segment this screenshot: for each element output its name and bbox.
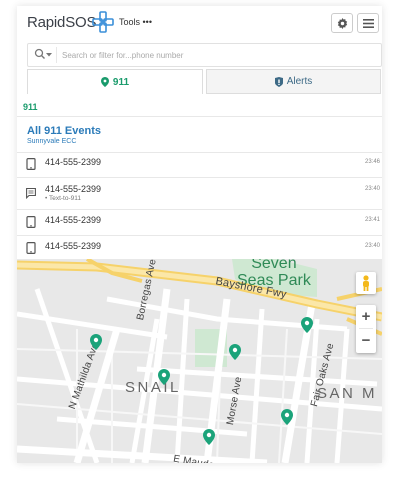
street-view-button[interactable] (356, 272, 376, 294)
search-filter-dropdown[interactable] (34, 48, 54, 62)
chat-icon (26, 187, 36, 199)
hamburger-icon (362, 18, 374, 28)
tab-alerts[interactable]: Alerts (206, 69, 381, 94)
divider (17, 177, 382, 178)
call-time: 23:46 (364, 159, 380, 165)
area-label: SAN M (317, 385, 378, 402)
shield-icon (274, 76, 283, 87)
settings-button[interactable] (331, 13, 353, 33)
call-time: 23:40 (364, 186, 380, 192)
gear-icon (337, 17, 347, 29)
events-subtitle: Sunnyvale ECC (27, 138, 77, 145)
map-pin-icon (100, 77, 109, 87)
map-pin-icon[interactable] (158, 369, 170, 385)
pegman-icon (363, 275, 369, 291)
tab-alerts-label: Alerts (286, 76, 313, 87)
area-label: SNAIL (125, 379, 181, 396)
call-type: • Text-to-911 (45, 195, 81, 202)
search-divider (56, 47, 57, 63)
zoom-out-button[interactable]: − (356, 329, 376, 352)
call-time: 23:40 (364, 243, 380, 249)
hamburger-menu-button[interactable] (357, 13, 379, 33)
call-row[interactable]: 414-555-2399 23:41 (17, 211, 382, 233)
events-title: All 911 Events (27, 125, 101, 137)
call-number: 414-555-2399 (45, 215, 102, 225)
map-pin-icon[interactable] (301, 317, 313, 333)
divider (17, 209, 382, 210)
call-number: 414-555-2399 (45, 157, 102, 167)
section-label: 911 (23, 102, 38, 112)
map-pin-icon[interactable] (229, 344, 241, 360)
tab-911-label: 911 (112, 76, 130, 88)
call-number: 414-555-2399 (45, 241, 102, 251)
app-window: RapidSOS Tools ••• Search or filter for.… (17, 6, 382, 463)
call-number: 414-555-2399 (45, 184, 102, 194)
call-time: 23:41 (364, 217, 380, 223)
zoom-in-button[interactable]: + (356, 305, 376, 328)
search-input[interactable] (62, 47, 362, 63)
call-row[interactable]: 414-555-2399 23:40 (17, 237, 382, 259)
more-icon: ••• (142, 17, 152, 27)
phone-icon (26, 242, 36, 254)
divider (17, 116, 382, 117)
divider (17, 235, 382, 236)
tab-911[interactable]: 911 (27, 69, 203, 94)
tools-label: Tools (119, 17, 141, 27)
search-bar (27, 43, 382, 67)
call-row[interactable]: 414-555-2399 23:46 (17, 153, 382, 175)
map-view[interactable]: Seven Seas Park Bayshore Fwy Borregas Av… (17, 259, 382, 463)
call-row[interactable]: 414-555-2399 • Text-to-911 23:40 (17, 180, 382, 208)
map-pin-icon[interactable] (90, 334, 102, 350)
zoom-control: + − (356, 305, 376, 353)
search-icon (34, 48, 52, 59)
map-pin-icon[interactable] (203, 429, 215, 445)
park-label-line1: Seven (251, 259, 297, 272)
phone-icon (26, 158, 36, 170)
phone-icon (26, 216, 36, 228)
rapidsos-logo-icon (92, 11, 114, 33)
tools-menu[interactable]: Tools ••• (119, 17, 152, 27)
map-pin-icon[interactable] (281, 409, 293, 425)
header-bar: RapidSOS Tools ••• (17, 6, 382, 38)
logo-text: RapidSOS (27, 14, 97, 31)
